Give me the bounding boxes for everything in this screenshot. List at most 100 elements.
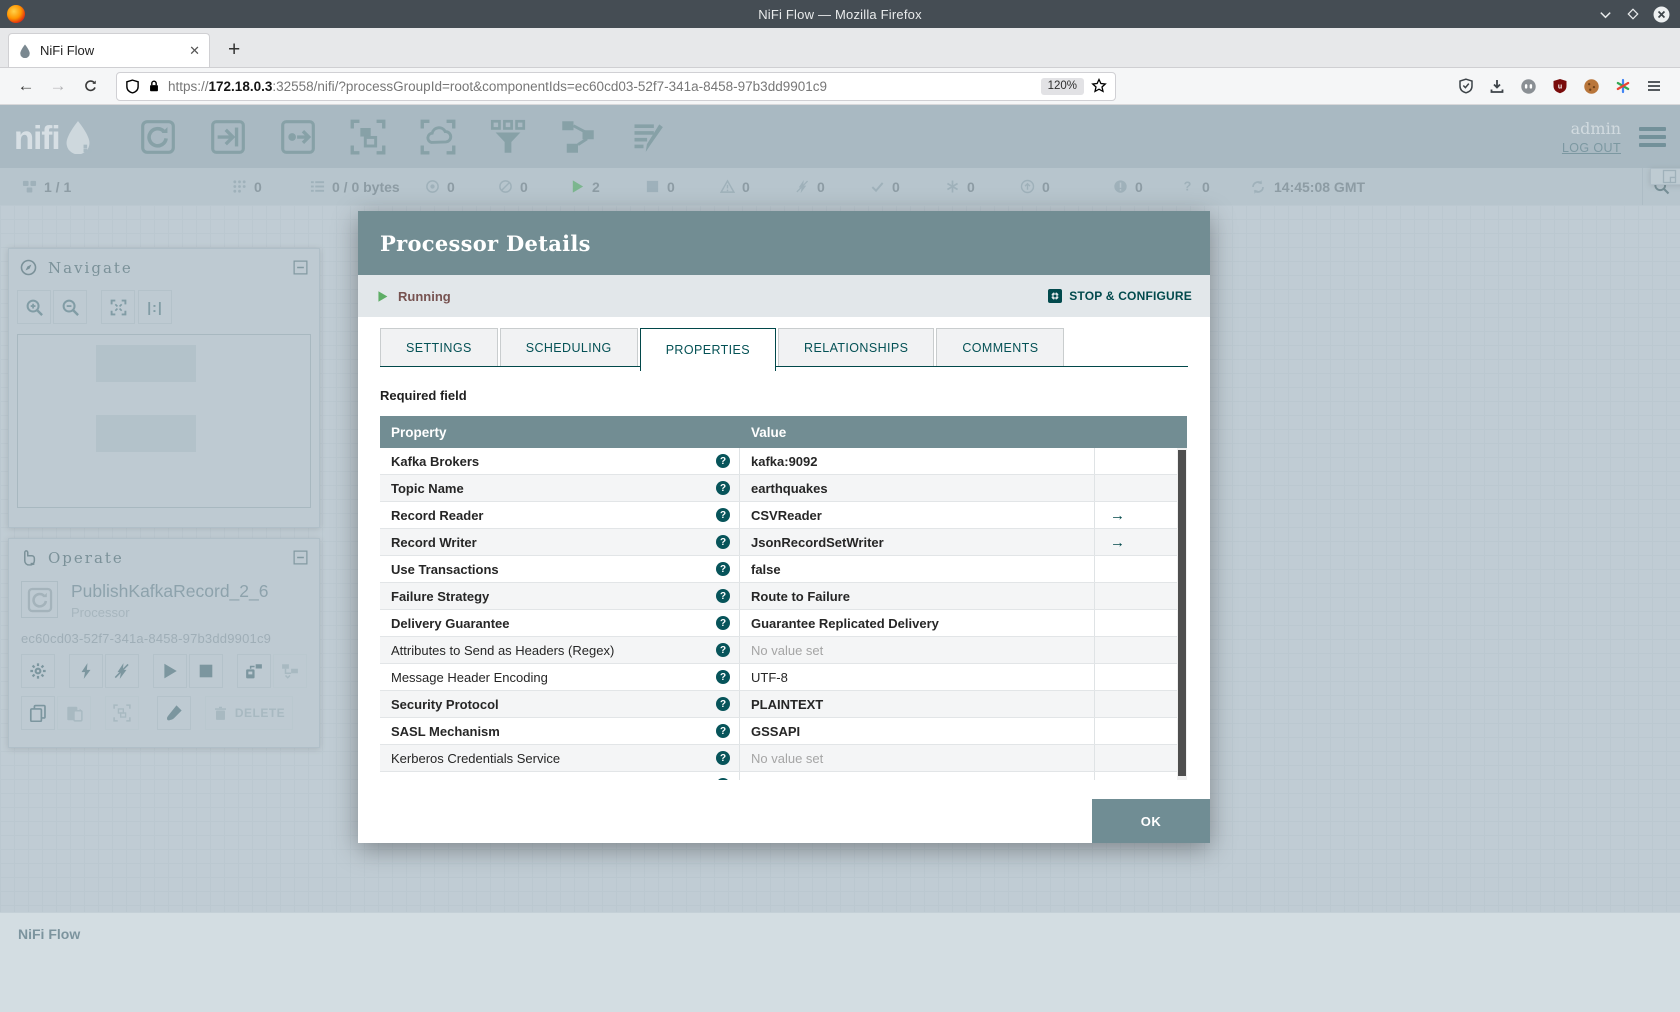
birdseye-minimap[interactable] xyxy=(17,334,311,508)
property-value[interactable]: Route to Failure xyxy=(740,583,1095,609)
refresh-status[interactable]: 14:45:08 GMT xyxy=(1250,179,1365,195)
bookmark-star-icon[interactable] xyxy=(1091,78,1107,94)
property-value[interactable]: PLAINTEXT xyxy=(740,691,1095,717)
property-value[interactable]: No value set xyxy=(740,745,1095,771)
help-icon[interactable]: ? xyxy=(716,508,730,522)
close-window-button[interactable] xyxy=(1653,6,1670,23)
help-icon[interactable]: ? xyxy=(716,751,730,765)
logout-link[interactable]: LOG OUT xyxy=(1562,141,1621,155)
property-value[interactable]: GSSAPI xyxy=(740,718,1095,744)
disable-button[interactable] xyxy=(105,654,139,688)
go-to-service[interactable]: → xyxy=(1095,502,1177,528)
maximize-button[interactable] xyxy=(1626,7,1640,21)
help-icon[interactable]: ? xyxy=(716,589,730,603)
help-icon[interactable]: ? xyxy=(716,697,730,711)
breadcrumb[interactable]: NiFi Flow xyxy=(18,926,80,942)
tab-settings[interactable]: SETTINGS xyxy=(380,328,498,366)
tab-comments[interactable]: COMMENTS xyxy=(936,328,1065,366)
zoom-out-button[interactable] xyxy=(53,290,87,324)
label-icon[interactable] xyxy=(625,114,671,160)
tab-properties[interactable]: PROPERTIES xyxy=(639,328,777,371)
property-value[interactable]: No value set xyxy=(740,772,1095,780)
property-value[interactable]: No value set xyxy=(740,637,1095,663)
property-row[interactable]: Kafka Brokers? kafka:9092 xyxy=(380,448,1177,475)
go-to-service[interactable]: → xyxy=(1095,529,1177,555)
property-row[interactable]: SASL Mechanism? GSSAPI xyxy=(380,718,1177,745)
page-zoom-badge[interactable]: 120% xyxy=(1040,77,1084,95)
reload-button[interactable] xyxy=(74,72,106,100)
property-row[interactable]: Delivery Guarantee? Guarantee Replicated … xyxy=(380,610,1177,637)
collapse-navigate-icon[interactable] xyxy=(293,260,308,275)
property-value[interactable]: Guarantee Replicated Delivery xyxy=(740,610,1095,636)
remote-process-group-icon[interactable] xyxy=(415,114,461,160)
downloads-icon[interactable] xyxy=(1489,78,1505,94)
tab-relationships[interactable]: RELATIONSHIPS xyxy=(778,328,935,366)
stop-button[interactable] xyxy=(189,654,223,688)
property-row[interactable]: Message Header Encoding? UTF-8 xyxy=(380,664,1177,691)
property-row[interactable]: Topic Name? earthquakes xyxy=(380,475,1177,502)
help-icon[interactable]: ? xyxy=(716,562,730,576)
containers-extension-icon[interactable] xyxy=(1615,78,1631,94)
bulletin-board-button[interactable] xyxy=(1650,168,1680,185)
property-row[interactable]: Attributes to Send as Headers (Regex)? No… xyxy=(380,637,1177,664)
property-row[interactable]: Kerberos Service Name? No value set xyxy=(380,772,1177,780)
help-icon[interactable]: ? xyxy=(716,481,730,495)
property-row[interactable]: Security Protocol? PLAINTEXT xyxy=(380,691,1177,718)
property-value[interactable]: false xyxy=(740,556,1095,582)
ok-button[interactable]: OK xyxy=(1092,799,1210,843)
start-button[interactable] xyxy=(153,654,187,688)
zoom-fit-button[interactable] xyxy=(101,290,135,324)
fill-color-button[interactable] xyxy=(157,696,191,730)
close-tab-icon[interactable]: ✕ xyxy=(189,43,200,59)
property-value[interactable]: earthquakes xyxy=(740,475,1095,501)
tab-scheduling[interactable]: SCHEDULING xyxy=(499,328,638,366)
lock-icon[interactable] xyxy=(147,79,161,93)
ublock-extension-icon[interactable]: u xyxy=(1552,78,1568,94)
table-scrollbar[interactable] xyxy=(1177,448,1187,780)
input-port-icon[interactable] xyxy=(205,114,251,160)
save-template-button[interactable] xyxy=(237,654,271,688)
help-icon[interactable]: ? xyxy=(716,670,730,684)
global-menu-icon[interactable] xyxy=(1639,126,1666,147)
property-row[interactable]: Record Reader? CSVReader → xyxy=(380,502,1177,529)
refresh-icon[interactable] xyxy=(1250,179,1266,195)
help-icon[interactable]: ? xyxy=(716,724,730,738)
template-icon[interactable] xyxy=(555,114,601,160)
browser-tab[interactable]: NiFi Flow ✕ xyxy=(8,33,210,67)
enable-button[interactable] xyxy=(69,654,103,688)
zoom-in-button[interactable] xyxy=(17,290,51,324)
back-button[interactable]: ← xyxy=(10,72,42,100)
actual-size-button[interactable]: |:| xyxy=(138,290,172,324)
copy-button[interactable] xyxy=(21,696,55,730)
configure-button[interactable] xyxy=(21,654,55,688)
new-tab-button[interactable]: + xyxy=(228,39,240,60)
output-port-icon[interactable] xyxy=(275,114,321,160)
protection-extension-icon[interactable] xyxy=(1458,78,1474,94)
property-value[interactable]: kafka:9092 xyxy=(740,448,1095,474)
mask-extension-icon[interactable] xyxy=(1520,78,1537,95)
property-value[interactable]: JsonRecordSetWriter xyxy=(740,529,1095,555)
property-row[interactable]: Kerberos Credentials Service? No value se… xyxy=(380,745,1177,772)
process-group-icon[interactable] xyxy=(345,114,391,160)
help-icon[interactable]: ? xyxy=(716,778,730,780)
browser-menu-icon[interactable] xyxy=(1646,78,1662,94)
property-value[interactable]: UTF-8 xyxy=(740,664,1095,690)
stop-configure-icon xyxy=(1047,288,1063,304)
property-row[interactable]: Use Transactions? false xyxy=(380,556,1177,583)
funnel-icon[interactable] xyxy=(485,114,531,160)
property-row[interactable]: Record Writer? JsonRecordSetWriter → xyxy=(380,529,1177,556)
stop-and-configure-button[interactable]: STOP & CONFIGURE xyxy=(1047,288,1192,304)
tracking-shield-icon[interactable] xyxy=(125,78,140,94)
help-icon[interactable]: ? xyxy=(716,535,730,549)
help-icon[interactable]: ? xyxy=(716,643,730,657)
scrollbar-thumb[interactable] xyxy=(1178,450,1186,776)
help-icon[interactable]: ? xyxy=(716,454,730,468)
processor-icon[interactable] xyxy=(135,114,181,160)
cookie-extension-icon[interactable] xyxy=(1583,78,1600,95)
help-icon[interactable]: ? xyxy=(716,616,730,630)
minimize-button[interactable] xyxy=(1598,7,1613,22)
collapse-operate-icon[interactable] xyxy=(293,550,308,565)
property-value[interactable]: CSVReader xyxy=(740,502,1095,528)
url-bar[interactable]: https://172.18.0.3:32558/nifi/?processGr… xyxy=(116,71,1116,101)
property-row[interactable]: Failure Strategy? Route to Failure xyxy=(380,583,1177,610)
